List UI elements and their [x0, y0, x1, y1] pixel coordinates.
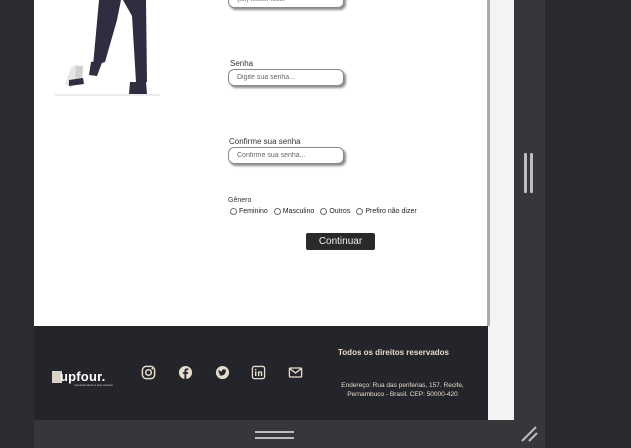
gender-label: Gênero	[228, 197, 252, 204]
instagram-icon[interactable]	[141, 365, 156, 380]
radio-button[interactable]	[320, 208, 328, 215]
bottom-bar-left	[0, 420, 34, 448]
password-input[interactable]	[228, 69, 344, 86]
logo-text: upfour.	[60, 369, 106, 384]
right-side-panel	[514, 0, 545, 420]
gender-option-outros[interactable]: Outros	[320, 208, 350, 215]
radio-button[interactable]	[230, 208, 237, 215]
left-dark-strip	[0, 0, 34, 420]
upfour-logo[interactable]: upfour. Impulsionando a sua carreira	[52, 369, 122, 389]
bottom-drag-handle[interactable]	[255, 431, 294, 440]
page-right-margin	[488, 0, 514, 420]
resize-grip-icon[interactable]	[519, 425, 539, 443]
footer-rights-text: Todos os direitos reservados	[338, 348, 449, 357]
gender-option-label: Feminino	[239, 208, 268, 215]
password-label: Senha	[230, 59, 254, 68]
linkedin-icon[interactable]	[251, 365, 266, 380]
twitter-icon[interactable]	[215, 365, 230, 380]
gender-option-label: Outros	[329, 208, 351, 215]
gender-radio-group: Feminino Masculino Outros Prefiro não di…	[230, 208, 423, 215]
radio-button[interactable]	[356, 208, 364, 215]
gender-option-masculino[interactable]: Masculino	[273, 208, 315, 215]
confirm-password-input[interactable]	[228, 147, 344, 164]
far-right-panel	[545, 0, 631, 448]
confirm-password-label: Confirme sua senha	[229, 137, 301, 146]
logo-tagline: Impulsionando a sua carreira	[74, 383, 113, 387]
mail-icon[interactable]	[288, 365, 303, 380]
gender-option-label: Prefiro não dizer	[365, 208, 417, 215]
continue-button[interactable]: Continuar	[306, 233, 375, 250]
footer-address: Endereço: Rua das periferias, 157. Recif…	[341, 382, 464, 398]
radio-button[interactable]	[273, 208, 281, 215]
gender-option-prefiro-nao-dizer[interactable]: Prefiro não dizer	[356, 208, 417, 215]
browser-viewport: Senha Confirme sua senha Gênero Feminino…	[0, 0, 631, 448]
person-illustration	[55, 0, 160, 96]
gender-option-feminino[interactable]: Feminino	[230, 208, 268, 215]
phone-input[interactable]	[228, 0, 344, 8]
card-shadow	[487, 0, 490, 326]
gender-option-label: Masculino	[282, 208, 315, 215]
facebook-icon[interactable]	[178, 365, 193, 380]
splitter-handle[interactable]	[524, 153, 534, 193]
